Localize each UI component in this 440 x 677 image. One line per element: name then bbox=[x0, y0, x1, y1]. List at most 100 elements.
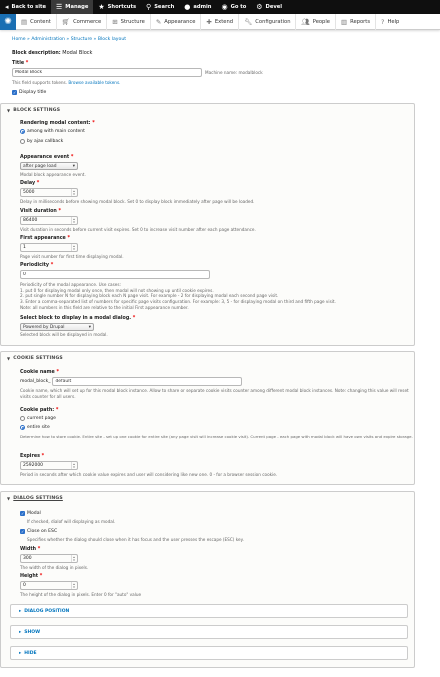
tray-item-people[interactable]: 👥︎ People bbox=[296, 13, 336, 30]
block-description-value: Modal Block bbox=[62, 50, 93, 56]
cookie-settings-legend[interactable]: ▼ COOKIE SETTINGS bbox=[1, 352, 414, 365]
delay-label: Delay * bbox=[20, 181, 40, 186]
visit-duration-label: Visit duration * bbox=[20, 209, 62, 214]
brush-icon: ✎ bbox=[155, 17, 162, 26]
star-icon: ★ bbox=[98, 2, 105, 11]
browse-tokens-link[interactable]: Browse available tokens. bbox=[68, 80, 120, 85]
spinner-icon[interactable]: ▴ ▾ bbox=[71, 555, 76, 562]
dialog-settings-fieldset: ▼ DIALOG SETTINGS bbox=[0, 491, 415, 668]
breadcrumb-structure[interactable]: Structure bbox=[71, 37, 92, 42]
modal-desc: If checked, dialof will displaying as mo… bbox=[27, 519, 116, 524]
radio-icon[interactable] bbox=[20, 139, 25, 144]
spinner-icon[interactable]: ▴ ▾ bbox=[71, 244, 76, 251]
tray-item-configuration[interactable]: 🔧︎ Configuration bbox=[239, 13, 297, 30]
breadcrumb-administration[interactable]: Administration bbox=[31, 37, 65, 42]
radio-selected-icon[interactable] bbox=[20, 425, 25, 430]
search-tab[interactable]: ⚲ Search bbox=[141, 0, 179, 14]
shortcuts-tab[interactable]: ★ Shortcuts bbox=[93, 0, 141, 14]
radio-icon[interactable] bbox=[20, 416, 25, 421]
block-description-label: Block description: bbox=[12, 51, 61, 56]
cookie-name-label: Cookie name * bbox=[20, 370, 59, 375]
first-appearance-input[interactable]: 1 ▴ ▾ bbox=[20, 243, 78, 252]
cookie-path-option-entire[interactable]: entire site bbox=[20, 425, 50, 430]
tray-item-reports[interactable]: ▥ Reports bbox=[336, 13, 377, 30]
back-to-site-link[interactable]: ◂ Back to site bbox=[0, 0, 51, 14]
breadcrumb-block-layout[interactable]: Block layout bbox=[98, 37, 126, 42]
cookie-name-input[interactable] bbox=[52, 377, 243, 386]
delay-input[interactable]: 5000 ▴ ▾ bbox=[20, 188, 78, 197]
people-icon: 👥︎ bbox=[301, 17, 310, 26]
visit-duration-desc: Visit duration in seconds before current… bbox=[20, 227, 256, 232]
checkbox-checked-icon[interactable]: ✓ bbox=[12, 90, 17, 95]
first-appearance-label: First appearance * bbox=[20, 236, 71, 241]
spinner-icon[interactable]: ▴ ▾ bbox=[71, 217, 76, 224]
spinner-icon[interactable]: ▴ ▾ bbox=[71, 189, 76, 196]
dialog-settings-legend[interactable]: ▼ DIALOG SETTINGS bbox=[1, 492, 414, 505]
cookie-name-prefix: modal_block_ bbox=[20, 379, 51, 384]
block-description: Block description: Modal Block bbox=[12, 50, 92, 56]
tray-item-content[interactable]: ▤ Content bbox=[16, 13, 57, 30]
periodicity-label: Periodicity * bbox=[20, 263, 54, 268]
menu-icon: ☰ bbox=[56, 2, 63, 11]
tray-item-appearance[interactable]: ✎ Appearance bbox=[151, 13, 202, 30]
visit-duration-input[interactable]: 86400 ▴ ▾ bbox=[20, 216, 78, 225]
admin-tray: ✺ ▤ Content 🛒︎ Commerce ⊞ Structure ✎ Appear… bbox=[0, 13, 440, 30]
tray-item-help[interactable]: ? Help bbox=[376, 14, 404, 30]
dialog-position-toggle[interactable]: ▸ DIALOG POSITION bbox=[10, 604, 408, 618]
width-desc: The width of the dialog in pixels. bbox=[20, 565, 89, 570]
modal-checkbox[interactable]: ✓ Modal bbox=[20, 511, 41, 516]
width-input[interactable]: 300 ▴ ▾ bbox=[20, 554, 78, 563]
appearance-event-desc: Modal block appearance event. bbox=[20, 172, 86, 177]
hide-toggle[interactable]: ▸ HIDE bbox=[10, 646, 408, 660]
content-icon: ▤ bbox=[21, 17, 28, 26]
title-input[interactable] bbox=[12, 68, 202, 77]
drupal-icon: ◉ bbox=[221, 2, 228, 11]
user-icon: ● bbox=[184, 2, 191, 11]
display-title-checkbox[interactable]: ✓ Display title bbox=[12, 90, 46, 95]
cookie-path-option-current[interactable]: current page bbox=[20, 416, 56, 421]
rendering-label: Rendering modal content: * bbox=[20, 121, 95, 126]
user-tab[interactable]: ● admin bbox=[179, 0, 216, 14]
tray-item-extend[interactable]: ✚ Extend bbox=[201, 13, 240, 30]
puzzle-icon: ✚ bbox=[206, 17, 212, 26]
select-block-label: Select block to display in a modal dialo… bbox=[20, 316, 136, 321]
close-on-esc-checkbox[interactable]: ✓ Close on ESC bbox=[20, 529, 57, 534]
expires-desc: Period in seconds after which cookie val… bbox=[20, 472, 278, 477]
cookie-path-label: Cookie path: * bbox=[20, 408, 59, 413]
periodicity-input[interactable] bbox=[20, 270, 210, 279]
chart-icon: ▥ bbox=[340, 17, 348, 26]
tray-item-structure[interactable]: ⊞ Structure bbox=[107, 13, 151, 30]
appearance-event-label: Appearance event * bbox=[20, 155, 74, 160]
radio-selected-icon[interactable] bbox=[20, 129, 25, 134]
height-input[interactable]: 0 ▴ ▾ bbox=[20, 581, 78, 590]
spinner-icon[interactable]: ▴ ▾ bbox=[71, 582, 76, 589]
expires-input[interactable]: 2592000 ▴ ▾ bbox=[20, 461, 78, 470]
chevron-down-icon: ▾ bbox=[72, 163, 75, 169]
checkbox-checked-icon[interactable]: ✓ bbox=[20, 511, 25, 516]
select-block-select[interactable]: Powered by Drupal ▾ bbox=[20, 323, 94, 331]
spinner-icon[interactable]: ▴ ▾ bbox=[71, 462, 76, 469]
tray-item-commerce[interactable]: 🛒︎ Commerce bbox=[57, 13, 108, 30]
manage-tab[interactable]: ☰ Manage bbox=[51, 0, 94, 14]
checkbox-checked-icon[interactable]: ✓ bbox=[20, 529, 25, 534]
select-block-desc: Selected block will be displayed in moda… bbox=[20, 332, 108, 337]
close-on-esc-desc: Specifies whether the dialog should clos… bbox=[27, 537, 244, 542]
caret-down-icon: ▼ bbox=[7, 356, 11, 361]
machine-name: Machine name: modalblock bbox=[205, 70, 263, 75]
drupal-logo-icon[interactable]: ✺ bbox=[0, 13, 16, 30]
periodicity-desc: Periodicity of the modal appearance. Use… bbox=[20, 282, 336, 310]
delay-desc: Delay in milliseconds before showing mod… bbox=[20, 199, 255, 204]
appearance-event-select[interactable]: after page load ▾ bbox=[20, 162, 78, 170]
rendering-option-ajax[interactable]: by ajax callback bbox=[20, 139, 63, 144]
block-settings-legend[interactable]: ▼ BLOCK SETTINGS bbox=[1, 104, 414, 117]
caret-down-icon: ▼ bbox=[7, 496, 11, 501]
breadcrumb-separator: » bbox=[66, 37, 70, 42]
structure-icon: ⊞ bbox=[112, 17, 118, 26]
tokens-help: This field supports tokens. Browse avail… bbox=[12, 80, 121, 85]
goto-tab[interactable]: ◉ Go to bbox=[216, 0, 251, 14]
show-toggle[interactable]: ▸ SHOW bbox=[10, 625, 408, 639]
rendering-option-main[interactable]: among with main content bbox=[20, 129, 85, 134]
devel-tab[interactable]: ⚙ Devel bbox=[251, 0, 287, 14]
breadcrumb-home[interactable]: Home bbox=[12, 37, 26, 42]
help-icon: ? bbox=[381, 17, 385, 26]
